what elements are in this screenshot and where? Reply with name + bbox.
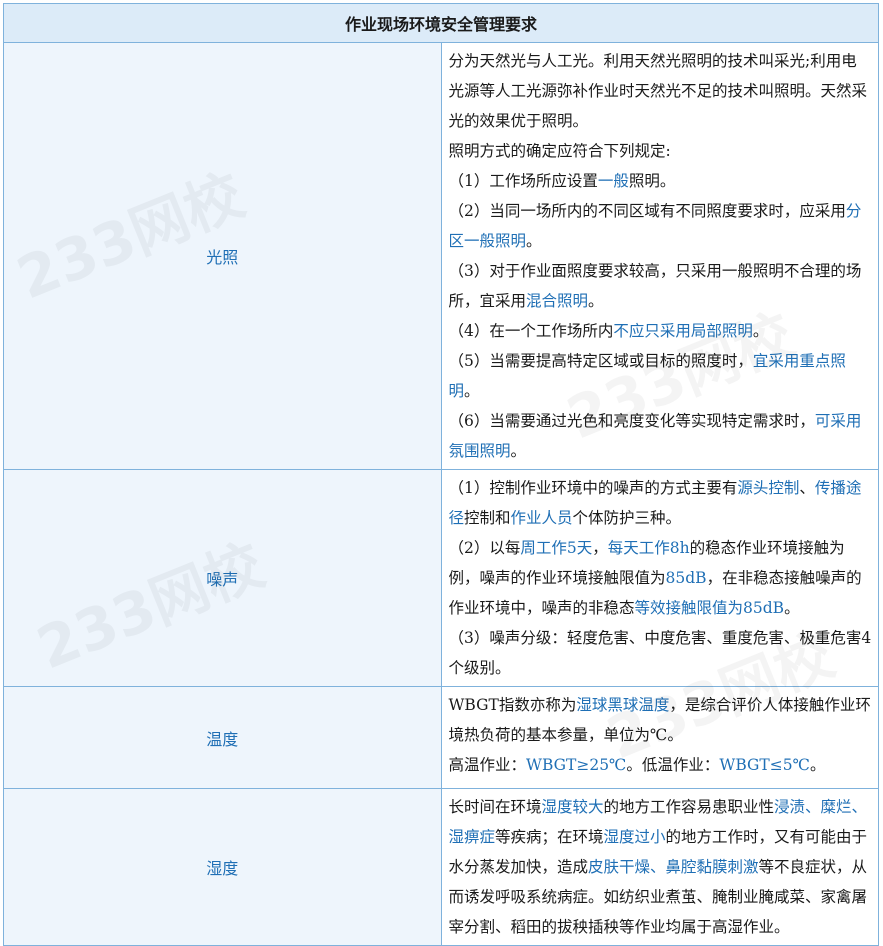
category-cell: 光照	[3, 42, 442, 470]
body-text: （4）在一个工作场所内	[448, 322, 614, 340]
content-cell: 长时间在环境湿度较大的地方工作容易患职业性浸渍、糜烂、湿痹症等疾病；在环境湿度过…	[440, 788, 879, 946]
highlight-text: 湿度过小	[603, 828, 666, 846]
body-text: 控制和	[464, 509, 511, 527]
body-text: 个体防护三种。	[572, 509, 682, 527]
content-line: （3）噪声分级：轻度危害、中度危害、重度危害、极重危害4个级别。	[449, 623, 873, 683]
body-text: 长时间在环境	[448, 798, 542, 816]
content-cell: WBGT指数亦称为湿球黑球温度，是综合评价人体接触作业环境热负荷的基本参量，单位…	[440, 686, 879, 789]
body-text: 高温作业：	[448, 756, 527, 774]
body-text: 照明方式的确定应符合下列规定:	[448, 142, 671, 160]
highlight-text: 每天工作8h	[607, 539, 690, 557]
content-line: 长时间在环境湿度较大的地方工作容易患职业性浸渍、糜烂、湿痹症等疾病；在环境湿度过…	[449, 792, 873, 942]
content-line: （5）当需要提高特定区域或目标的照度时，宜采用重点照明。	[449, 346, 873, 406]
body-text: 、	[799, 479, 815, 497]
table-row: 湿度 长时间在环境湿度较大的地方工作容易患职业性浸渍、糜烂、湿痹症等疾病；在环境…	[3, 788, 879, 946]
body-text: （6）当需要通过光色和亮度变化等实现特定需求时，	[448, 412, 815, 430]
highlight-text: 85dB	[665, 569, 707, 587]
content-line: （3）对于作业面照度要求较高，只采用一般照明不合理的场所，宜采用混合照明。	[449, 256, 873, 316]
highlight-text: 不应只采用局部照明	[613, 322, 753, 340]
body-text: 。	[464, 382, 480, 400]
body-text: 。	[588, 292, 604, 310]
content-line: （6）当需要通过光色和亮度变化等实现特定需求时，可采用氛围照明。	[449, 406, 873, 466]
body-text: （2）以每	[448, 539, 521, 557]
category-cell: 温度	[3, 686, 442, 789]
content-line: （4）在一个工作场所内不应只采用局部照明。	[449, 316, 873, 346]
highlight-text: 周工作5天	[520, 539, 593, 557]
body-text: 照明。	[628, 172, 676, 190]
highlight-text: WBGT≤5℃	[719, 756, 810, 774]
category-cell: 湿度	[3, 788, 442, 946]
content-line: （2）以每周工作5天，每天工作8h的稳态作业环境接触为例，噪声的作业环境接触限值…	[449, 533, 873, 623]
body-text: （5）当需要提高特定区域或目标的照度时，	[448, 352, 753, 370]
table-row: 光照 分为天然光与人工光。利用天然光照明的技术叫采光;利用电光源等人工光源弥补作…	[3, 42, 879, 470]
body-text: （3）噪声分级：轻度危害、中度危害、重度危害、极重危害4个级别。	[448, 629, 872, 677]
body-text: 的地方工作容易患职业性	[603, 798, 775, 816]
content-line: 分为天然光与人工光。利用天然光照明的技术叫采光;利用电光源等人工光源弥补作业时天…	[449, 46, 873, 136]
body-text: （1）工作场所应设置	[448, 172, 598, 190]
content-line: （1）工作场所应设置一般照明。	[449, 166, 873, 196]
highlight-text: 湿度较大	[541, 798, 604, 816]
highlight-text: 湿球黑球温度	[576, 696, 670, 714]
body-text: 分为天然光与人工光。利用天然光照明的技术叫采光;利用电光源等人工光源弥补作业时天…	[448, 52, 868, 130]
highlight-text: 皮肤干燥、鼻腔黏膜刺激	[588, 858, 759, 876]
table-header-row: 作业现场环境安全管理要求	[3, 3, 879, 43]
body-text: 。	[526, 232, 542, 250]
content-line: （2）当同一场所内的不同区域有不同照度要求时，应采用分区一般照明。	[449, 196, 873, 256]
table-row: 噪声 （1）控制作业环境中的噪声的方式主要有源头控制、传播途径控制和作业人员个体…	[3, 469, 879, 687]
content-cell: （1）控制作业环境中的噪声的方式主要有源头控制、传播途径控制和作业人员个体防护三…	[440, 469, 879, 687]
body-text: 。低温作业：	[626, 756, 720, 774]
highlight-text: 源头控制	[737, 479, 800, 497]
body-text: 。	[752, 322, 769, 340]
body-text: （2）当同一场所内的不同区域有不同照度要求时，应采用	[448, 202, 846, 220]
content-line: 照明方式的确定应符合下列规定:	[449, 136, 873, 166]
body-text: ，	[592, 539, 608, 557]
category-cell: 噪声	[3, 469, 442, 687]
requirements-table: 作业现场环境安全管理要求 光照 分为天然光与人工光。利用天然光照明的技术叫采光;…	[3, 3, 879, 946]
highlight-text: 等效接触限值为85dB	[634, 599, 785, 617]
body-text: 等疾病；在环境	[495, 828, 604, 846]
table-row: 温度 WBGT指数亦称为湿球黑球温度，是综合评价人体接触作业环境热负荷的基本参量…	[3, 686, 879, 789]
highlight-text: 混合照明	[526, 292, 589, 310]
highlight-text: WBGT≥25℃	[526, 756, 627, 774]
highlight-text: 一般	[597, 172, 629, 190]
content-cell: 分为天然光与人工光。利用天然光照明的技术叫采光;利用电光源等人工光源弥补作业时天…	[440, 42, 879, 470]
highlight-text: 作业人员	[510, 509, 573, 527]
body-text: 。	[809, 756, 826, 774]
body-text: （3）对于作业面照度要求较高，只采用一般照明不合理的场所，宜采用	[448, 262, 862, 310]
body-text: （1）控制作业环境中的噪声的方式主要有	[448, 479, 738, 497]
body-text: WBGT指数亦称为	[448, 696, 577, 714]
content-line: （1）控制作业环境中的噪声的方式主要有源头控制、传播途径控制和作业人员个体防护三…	[449, 473, 873, 533]
table-title: 作业现场环境安全管理要求	[3, 3, 879, 43]
body-text: 。	[784, 599, 800, 617]
content-line: WBGT指数亦称为湿球黑球温度，是综合评价人体接触作业环境热负荷的基本参量，单位…	[449, 690, 873, 750]
body-text: 。	[510, 442, 527, 460]
